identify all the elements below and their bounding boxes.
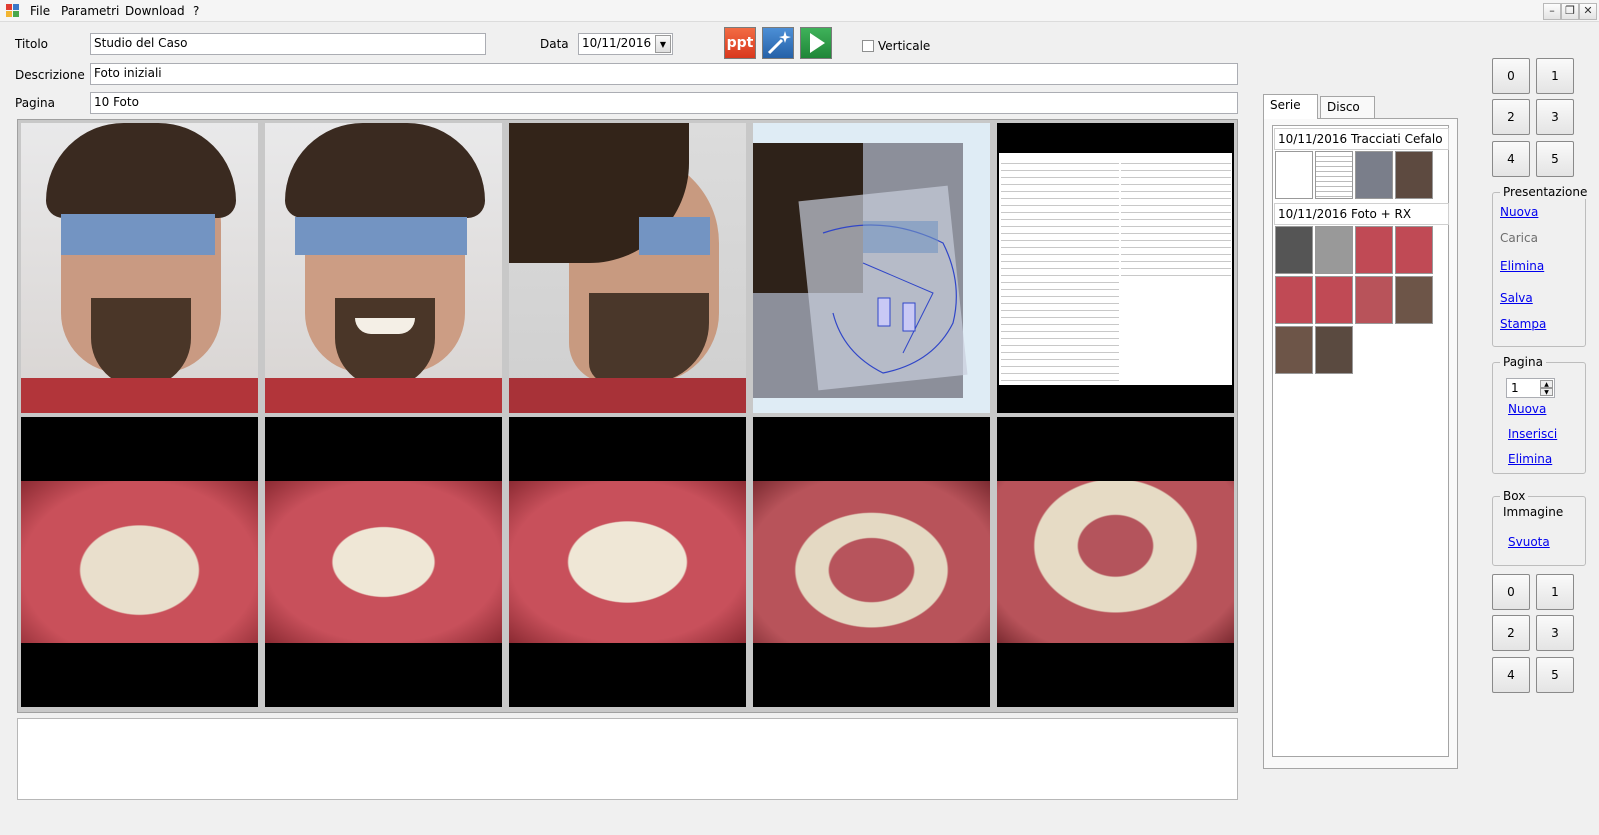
restore-button[interactable]: ❐: [1561, 3, 1579, 20]
svuota-link[interactable]: Svuota: [1508, 535, 1550, 549]
thumbnail[interactable]: [1275, 226, 1313, 274]
cephalometric-analysis-table[interactable]: [997, 123, 1234, 413]
menu-bar: File Parametri Download ? – ❐ ✕: [0, 0, 1599, 22]
privacy-bar: [863, 221, 938, 253]
menu-download[interactable]: Download: [125, 4, 185, 18]
magic-wand-icon: [767, 31, 791, 55]
data-label: Data: [540, 37, 569, 51]
series-title[interactable]: 10/11/2016 Foto + RX: [1274, 203, 1449, 225]
menu-help[interactable]: ?: [193, 4, 199, 18]
descrizione-label: Descrizione: [15, 68, 85, 82]
pagina-input[interactable]: 10 Foto: [90, 92, 1238, 114]
close-button[interactable]: ✕: [1579, 3, 1597, 20]
privacy-bar: [295, 217, 467, 255]
menu-parametri[interactable]: Parametri: [61, 4, 119, 18]
series-list: 10/11/2016 Tracciati Cefalo 10/11/2016 F…: [1272, 125, 1449, 757]
slot-3-button[interactable]: 3: [1536, 615, 1574, 651]
descrizione-input[interactable]: Foto iniziali: [90, 63, 1238, 85]
slot-3-button[interactable]: 3: [1536, 99, 1574, 135]
slot-4-button[interactable]: 4: [1492, 657, 1530, 693]
face-smile-photo[interactable]: [265, 123, 502, 413]
presentazione-salva-link[interactable]: Salva: [1500, 291, 1533, 305]
calendar-dropdown-icon[interactable]: ▼: [655, 35, 671, 53]
occlusal-lower-photo[interactable]: [997, 417, 1234, 707]
pagina-nuova-link[interactable]: Nuova: [1508, 402, 1546, 416]
intraoral-left-photo[interactable]: [509, 417, 746, 707]
data-value: 10/11/2016: [582, 36, 652, 50]
pagina-label: Pagina: [15, 96, 55, 110]
pagina-spinner-value: 1: [1511, 381, 1519, 395]
verticale-label: Verticale: [878, 39, 931, 53]
series-panel: 10/11/2016 Tracciati Cefalo 10/11/2016 F…: [1263, 118, 1458, 769]
photo-grid: [17, 119, 1238, 713]
thumbnail[interactable]: [1275, 326, 1313, 374]
thumbnail[interactable]: [1275, 276, 1313, 324]
titolo-input[interactable]: Studio del Caso: [90, 33, 486, 55]
slot-4-button[interactable]: 4: [1492, 141, 1530, 177]
titolo-label: Titolo: [15, 37, 49, 51]
thumbnail[interactable]: [1315, 276, 1353, 324]
thumbnail[interactable]: [1395, 276, 1433, 324]
slot-5-button[interactable]: 5: [1536, 141, 1574, 177]
cephalometric-tracing-photo[interactable]: [753, 123, 990, 413]
thumbnail[interactable]: [1395, 226, 1433, 274]
tab-serie[interactable]: Serie: [1263, 94, 1318, 119]
slot-2-button[interactable]: 2: [1492, 99, 1530, 135]
play-slideshow-button[interactable]: [800, 27, 832, 59]
privacy-bar: [639, 217, 710, 255]
slot-5-button[interactable]: 5: [1536, 657, 1574, 693]
thumbnail[interactable]: [1315, 151, 1353, 199]
occlusal-upper-photo[interactable]: [753, 417, 990, 707]
intraoral-right-photo[interactable]: [21, 417, 258, 707]
box-immagine-title-2: Immagine: [1500, 505, 1567, 519]
menu-file[interactable]: File: [30, 4, 50, 18]
data-picker[interactable]: 10/11/2016 ▼: [578, 33, 673, 55]
face-frontal-photo[interactable]: [21, 123, 258, 413]
export-ppt-button[interactable]: ppt: [724, 27, 756, 59]
app-icon: [6, 4, 20, 18]
magic-wand-button[interactable]: [762, 27, 794, 59]
minimize-button[interactable]: –: [1543, 3, 1561, 20]
presentazione-carica-link[interactable]: Carica: [1500, 231, 1538, 245]
box-immagine-title-1: Box: [1500, 489, 1529, 503]
slot-1-button[interactable]: 1: [1536, 58, 1574, 94]
slot-1-button[interactable]: 1: [1536, 574, 1574, 610]
pagina-spinner[interactable]: 1 ▲ ▼: [1506, 378, 1555, 398]
thumbnail[interactable]: [1355, 276, 1393, 324]
ppt-icon: ppt: [726, 35, 754, 51]
spin-down-icon[interactable]: ▼: [1540, 388, 1553, 396]
presentazione-elimina-link[interactable]: Elimina: [1500, 259, 1544, 273]
pagina-elimina-link[interactable]: Elimina: [1508, 452, 1552, 466]
pagina-group-title: Pagina: [1500, 355, 1546, 369]
thumbnail[interactable]: [1355, 226, 1393, 274]
verticale-checkbox[interactable]: [862, 40, 874, 52]
thumbnail[interactable]: [1315, 226, 1353, 274]
thumbnail[interactable]: [1275, 151, 1313, 199]
pagina-inserisci-link[interactable]: Inserisci: [1508, 427, 1557, 441]
presentazione-stampa-link[interactable]: Stampa: [1500, 317, 1546, 331]
presentazione-title: Presentazione: [1500, 185, 1591, 199]
play-icon: [810, 33, 825, 53]
slot-2-button[interactable]: 2: [1492, 615, 1530, 651]
slot-0-button[interactable]: 0: [1492, 574, 1530, 610]
slot-0-button[interactable]: 0: [1492, 58, 1530, 94]
notes-textarea[interactable]: [17, 718, 1238, 800]
spin-up-icon[interactable]: ▲: [1540, 380, 1553, 388]
intraoral-frontal-photo[interactable]: [265, 417, 502, 707]
thumbnail[interactable]: [1355, 151, 1393, 199]
face-profile-photo[interactable]: [509, 123, 746, 413]
series-title[interactable]: 10/11/2016 Tracciati Cefalo: [1274, 128, 1449, 150]
thumbnail[interactable]: [1315, 326, 1353, 374]
tab-disco[interactable]: Disco: [1320, 96, 1375, 118]
thumbnail[interactable]: [1395, 151, 1433, 199]
privacy-bar: [61, 214, 215, 255]
presentazione-nuova-link[interactable]: Nuova: [1500, 205, 1538, 219]
